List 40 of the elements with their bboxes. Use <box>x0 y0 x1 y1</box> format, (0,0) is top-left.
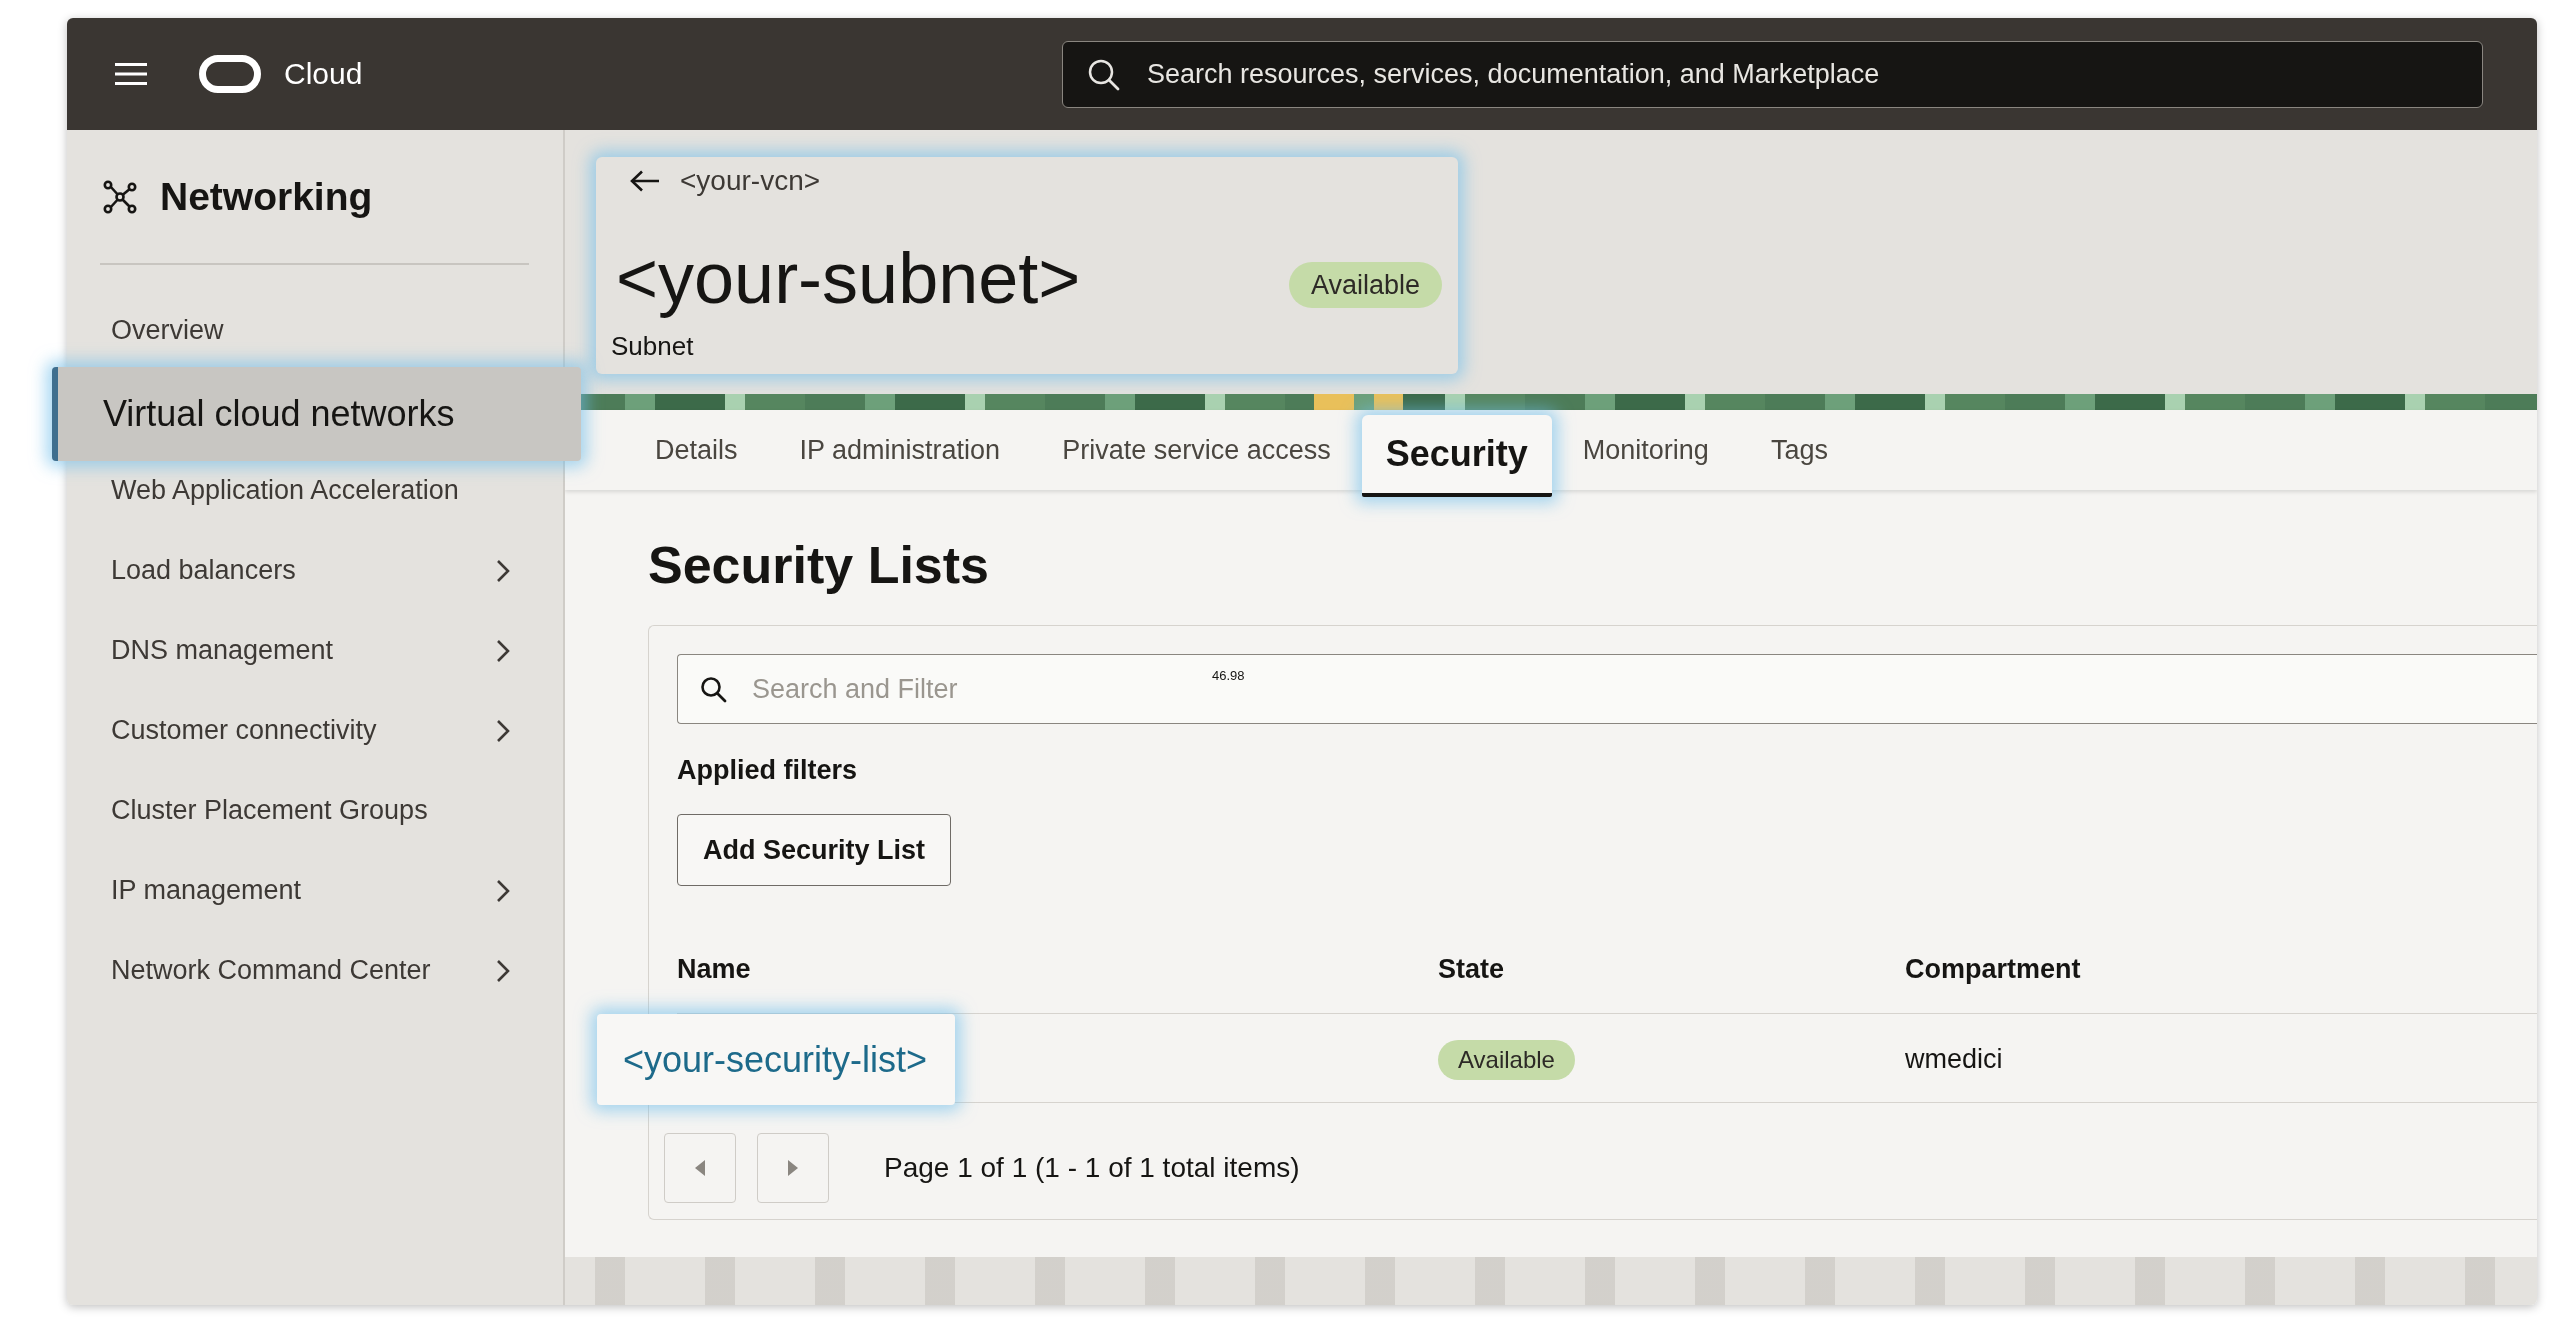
search-icon <box>699 675 727 703</box>
tab[interactable]: Tags <box>1739 410 1859 490</box>
sidebar-item[interactable]: Load balancers <box>67 540 563 601</box>
tab[interactable]: Monitoring <box>1551 410 1740 490</box>
sidebar-item[interactable]: Overview <box>67 300 563 361</box>
logo-icon[interactable] <box>199 55 261 93</box>
sidebar-item[interactable]: Web Application Acceleration <box>67 460 563 521</box>
sidebar-item[interactable]: Customer connectivity <box>67 700 563 761</box>
caret-right-icon <box>788 1160 798 1176</box>
column-header: Compartment <box>1905 953 2081 985</box>
tab[interactable]: Details <box>624 410 769 490</box>
resource-type: Subnet <box>611 331 694 361</box>
tab[interactable]: IP administration <box>768 410 1032 490</box>
pagination-summary: Page 1 of 1 (1 - 1 of 1 total items) <box>884 1152 1300 1184</box>
tab[interactable]: Private service access <box>1031 410 1362 490</box>
menu-icon[interactable] <box>115 62 147 86</box>
sidebar-item[interactable]: Virtual cloud networks <box>52 366 581 461</box>
status-badge: Available <box>1438 1039 1575 1080</box>
applied-filters-label: Applied filters <box>677 754 858 787</box>
sidebar-item[interactable]: IP management <box>67 860 563 921</box>
sidebar-item[interactable]: Cluster Placement Groups <box>67 780 563 841</box>
tab[interactable]: Security <box>1361 415 1552 497</box>
sidebar-item[interactable]: DNS management <box>67 620 563 681</box>
sidebar-item[interactable]: Network Command Center <box>67 940 563 1001</box>
page-title: <your-subnet> <box>616 238 1081 318</box>
brand-name: Cloud <box>284 57 363 91</box>
back-link[interactable]: <your-vcn> <box>630 164 821 198</box>
column-header: State <box>1438 953 1505 985</box>
sidebar-title: Networking <box>160 175 373 219</box>
column-header: Name <box>677 953 751 985</box>
search-field[interactable]: Search resources, services, documentation, and Marketplace <box>1062 40 2483 108</box>
caret-left-icon <box>695 1160 705 1176</box>
table-cell: wmedici <box>1905 1044 2003 1075</box>
section-title: Security Lists <box>648 535 990 595</box>
arrow-left-icon <box>630 170 660 192</box>
security-list-link[interactable]: <your-security-list> <box>597 1014 956 1105</box>
status-badge: Available <box>1288 262 1442 308</box>
add-security-list-button[interactable]: Add Security List <box>677 814 952 886</box>
network-icon <box>103 180 137 214</box>
value-label: 46.98 <box>1212 668 1245 683</box>
